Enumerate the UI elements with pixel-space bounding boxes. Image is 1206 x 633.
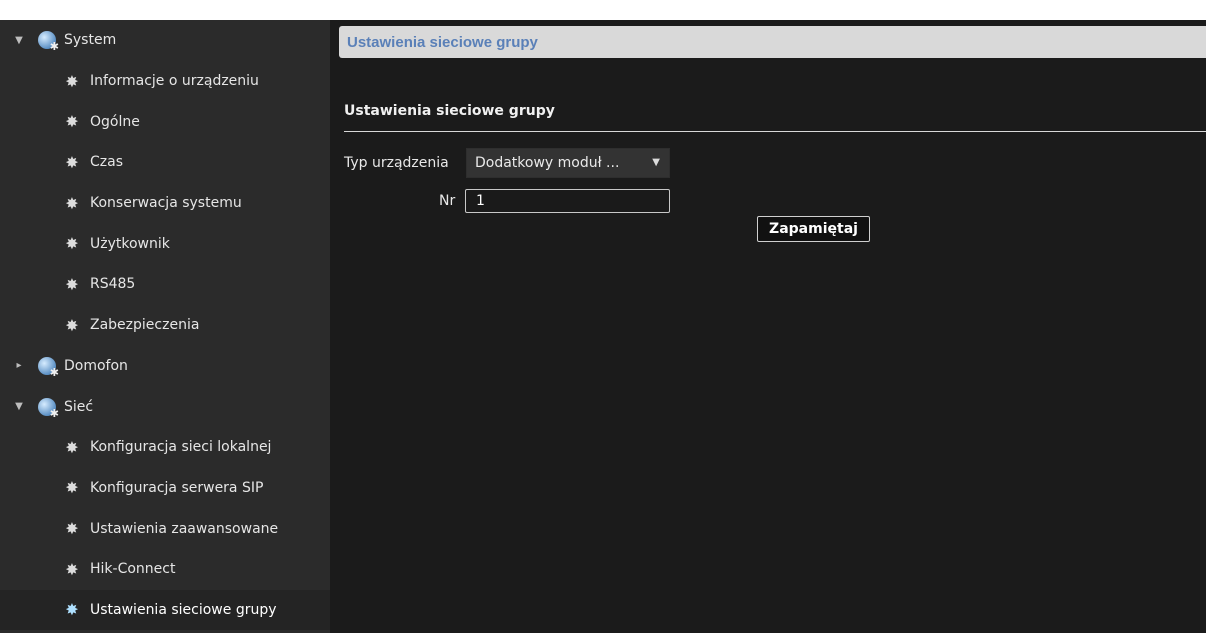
- gear-icon: ✸: [65, 193, 79, 213]
- section-divider: [344, 131, 1206, 132]
- gear-icon: ✸: [65, 437, 79, 457]
- sidebar-item-label: Hik-Connect: [90, 561, 176, 578]
- caret-down-icon[interactable]: ▼: [14, 35, 24, 46]
- caret-right-icon[interactable]: ▸: [14, 360, 24, 371]
- main-panel: Ustawienia sieciowe grupy Ustawienia sie…: [330, 20, 1206, 633]
- sidebar-item-label: Czas: [90, 154, 123, 171]
- number-input[interactable]: [465, 189, 670, 213]
- sidebar: ▼ ✱ System ✸ Informacje o urządzeniu ✸ O…: [0, 20, 330, 633]
- sidebar-item-label: Informacje o urządzeniu: [90, 73, 259, 90]
- gear-icon: ✸: [65, 71, 79, 91]
- dropdown-arrow-icon: ▼: [652, 157, 660, 168]
- gear-icon: ✸: [65, 478, 79, 498]
- device-type-value: Dodatkowy moduł ...: [475, 155, 620, 171]
- sidebar-item-hik-connect[interactable]: ✸ Hik-Connect: [0, 549, 330, 590]
- sidebar-item-label: Użytkownik: [90, 235, 170, 252]
- gear-icon: ✸: [65, 519, 79, 539]
- sidebar-item-konserwacja[interactable]: ✸ Konserwacja systemu: [0, 183, 330, 224]
- sidebar-group-label: System: [64, 32, 117, 49]
- sidebar-item-label: Zabezpieczenia: [90, 317, 200, 334]
- gear-icon: ✸: [65, 559, 79, 579]
- globe-gear-icon: ✱: [38, 397, 59, 419]
- sidebar-item-label: Konfiguracja sieci lokalnej: [90, 439, 272, 456]
- sidebar-group-label: Sieć: [64, 398, 94, 415]
- device-type-select[interactable]: Dodatkowy moduł ... ▼: [466, 148, 670, 178]
- top-strip: [0, 0, 1206, 20]
- number-label: Nr: [439, 193, 456, 209]
- sidebar-item-rs485[interactable]: ✸ RS485: [0, 264, 330, 305]
- caret-down-icon[interactable]: ▼: [14, 401, 24, 412]
- globe-gear-icon: ✱: [38, 356, 59, 378]
- sidebar-item-ogolne[interactable]: ✸ Ogólne: [0, 101, 330, 142]
- gear-icon: ✸: [65, 234, 79, 254]
- sidebar-item-siec-lokalna[interactable]: ✸ Konfiguracja sieci lokalnej: [0, 427, 330, 468]
- sidebar-group-domofon[interactable]: ▸ ✱ Domofon: [0, 346, 330, 387]
- sidebar-item-serwer-sip[interactable]: ✸ Konfiguracja serwera SIP: [0, 468, 330, 509]
- page-title: Ustawienia sieciowe grupy: [347, 33, 538, 51]
- gear-icon: ✸: [65, 274, 79, 294]
- device-type-label: Typ urządzenia: [344, 155, 449, 171]
- sidebar-item-zaawansowane[interactable]: ✸ Ustawienia zaawansowane: [0, 508, 330, 549]
- sidebar-item-zabezpieczenia[interactable]: ✸ Zabezpieczenia: [0, 305, 330, 346]
- save-button[interactable]: Zapamiętaj: [757, 216, 870, 242]
- sidebar-group-siec[interactable]: ▼ ✱ Sieć: [0, 386, 330, 427]
- sidebar-item-informacje[interactable]: ✸ Informacje o urządzeniu: [0, 61, 330, 102]
- gear-icon: ✸: [65, 152, 79, 172]
- page-title-bar: Ustawienia sieciowe grupy: [339, 26, 1206, 58]
- sidebar-item-label: Konfiguracja serwera SIP: [90, 479, 264, 496]
- globe-gear-icon: ✱: [38, 31, 59, 52]
- sidebar-item-ustawienia-sieciowe-grupy[interactable]: ✸ Ustawienia sieciowe grupy: [0, 589, 330, 631]
- section-title: Ustawienia sieciowe grupy: [344, 103, 555, 119]
- sidebar-item-czas[interactable]: ✸ Czas: [0, 142, 330, 183]
- gear-icon: ✸: [65, 315, 79, 335]
- sidebar-item-label: Ogólne: [90, 113, 140, 130]
- sidebar-item-uzytkownik[interactable]: ✸ Użytkownik: [0, 223, 330, 264]
- sidebar-group-label: Domofon: [64, 357, 128, 374]
- sidebar-item-label: Ustawienia sieciowe grupy: [90, 601, 277, 618]
- gear-icon: ✸: [65, 112, 79, 132]
- sidebar-group-system[interactable]: ▼ ✱ System: [0, 20, 330, 61]
- sidebar-item-label: Ustawienia zaawansowane: [90, 520, 279, 537]
- sidebar-item-label: Konserwacja systemu: [90, 195, 242, 212]
- sidebar-item-label: RS485: [90, 276, 136, 293]
- gear-icon: ✸: [65, 600, 79, 620]
